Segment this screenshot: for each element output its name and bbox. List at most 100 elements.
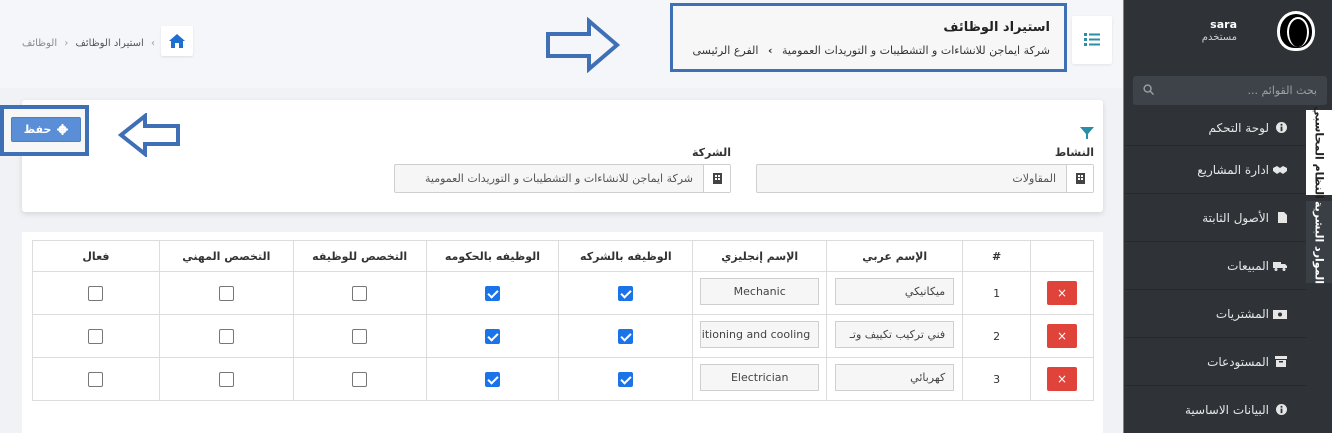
active-cell: [32, 357, 160, 401]
annotation-arrow-left: [118, 113, 180, 157]
sidebar-item-label: البيانات الاساسية: [1185, 402, 1269, 417]
save-button[interactable]: حفظ: [11, 117, 81, 142]
gear-icon: [57, 124, 69, 135]
tab-accounting-system[interactable]: النظام المحاسبي: [1306, 106, 1332, 199]
breadcrumb-separator: ‹: [150, 38, 155, 49]
arabic-name-cell: فني تركيب تكييف وتـ: [826, 314, 964, 358]
header-job-spec: التخصص للوظيفه: [292, 240, 427, 272]
arabic-name-input[interactable]: ميكانيكي: [835, 278, 955, 305]
active-checkbox[interactable]: [88, 328, 104, 344]
annotation-arrow-right: [546, 17, 621, 73]
sidebar-item-label: لوحة التحكم: [1208, 120, 1270, 135]
breadcrumb: استيراد الوظائف ‹ الوظائف ‹: [22, 38, 159, 49]
company_job-cell: [558, 314, 694, 358]
avatar[interactable]: [1277, 11, 1315, 51]
sidebar-item-1[interactable]: ادارة المشاريع: [1124, 146, 1307, 194]
user-name: sara: [1210, 18, 1237, 31]
page-title: استيراد الوظائف: [943, 20, 1050, 35]
english-name-input[interactable]: Electrician: [700, 364, 820, 391]
job_spec-checkbox[interactable]: [352, 328, 368, 344]
user-panel: sara مستخدم: [1124, 0, 1332, 70]
user-role: مستخدم: [1201, 32, 1237, 43]
sidebar-search-input[interactable]: [1133, 76, 1327, 105]
info-circle-icon: [1275, 122, 1287, 133]
gov_job-cell: [425, 314, 560, 358]
sidebar-item-label: المشتريات: [1215, 306, 1269, 321]
sidebar-item-4[interactable]: المشتريات: [1124, 290, 1307, 338]
company-field[interactable]: شركة ايماجن للانشاءات و التشطيبات و التو…: [394, 164, 731, 193]
gov_job-cell: [425, 271, 560, 315]
activity-field[interactable]: المقاولات: [756, 164, 1094, 193]
list-icon: [1084, 33, 1100, 46]
company_job-cell: [558, 357, 694, 401]
english-name-cell: litioning and cooling: [692, 314, 828, 358]
subtitle-branch: الفرع الرئيسى: [692, 44, 759, 57]
tab-human-resources[interactable]: الموارد البشرية: [1306, 200, 1332, 284]
actions-cell: ×: [1030, 271, 1094, 315]
sidebar-search: [1133, 76, 1327, 105]
filter-icon[interactable]: [1080, 127, 1094, 139]
active-checkbox[interactable]: [88, 285, 104, 301]
prof_spec-checkbox[interactable]: [218, 285, 234, 301]
jobs-table-card: # الإسم عربي الإسم إنجليزي الوظيفه بالشر…: [22, 232, 1103, 433]
breadcrumb-separator: ‹: [64, 38, 69, 49]
prof_spec-cell: [158, 271, 294, 315]
prof_spec-checkbox[interactable]: [218, 328, 234, 344]
company-value: شركة ايماجن للانشاءات و التشطيبات و التو…: [425, 172, 693, 185]
sidebar-item-2[interactable]: الأصول الثابتة: [1124, 194, 1307, 242]
sidebar-item-3[interactable]: المبيعات: [1124, 242, 1307, 290]
breadcrumb-current: استيراد الوظائف: [75, 38, 144, 49]
english-name-cell: Mechanic: [692, 271, 828, 315]
save-highlight-frame: حفظ: [0, 105, 89, 156]
sidebar-item-5[interactable]: المستودعات: [1124, 338, 1307, 386]
english-name-cell: Electrician: [692, 357, 828, 401]
delete-row-button[interactable]: ×: [1047, 324, 1078, 348]
arabic-name-cell: كهربائي: [826, 357, 964, 401]
active-cell: [32, 271, 160, 315]
sidebar-vertical-tabs: النظام المحاسبي الموارد البشرية: [1306, 106, 1332, 284]
sidebar-item-0[interactable]: لوحة التحكم: [1124, 110, 1307, 146]
search-icon: [1143, 84, 1154, 95]
delete-row-button[interactable]: ×: [1047, 281, 1078, 305]
breadcrumb-jobs-link[interactable]: الوظائف: [22, 38, 57, 49]
sidebar-item-label: ادارة المشاريع: [1197, 162, 1269, 177]
gov_job-checkbox[interactable]: [484, 328, 500, 344]
building-icon: [1066, 165, 1093, 192]
english-name-input[interactable]: litioning and cooling: [700, 321, 820, 348]
actions-cell: ×: [1030, 314, 1094, 358]
company_job-checkbox[interactable]: [618, 328, 634, 344]
header-active: فعال: [32, 240, 160, 272]
chevron-left-icon: ›: [767, 44, 773, 57]
table-row: × 1 ميكانيكي Mechanic: [32, 271, 1094, 315]
truck-icon: [1273, 260, 1287, 271]
arabic-name-input[interactable]: كهربائي: [835, 364, 955, 391]
gov_job-checkbox[interactable]: [484, 285, 500, 301]
prof_spec-checkbox[interactable]: [218, 371, 234, 387]
company_job-checkbox[interactable]: [618, 371, 634, 387]
job_spec-checkbox[interactable]: [352, 285, 368, 301]
tab-accounting-label: النظام المحاسبي: [1312, 106, 1326, 199]
arabic-name-input[interactable]: فني تركيب تكييف وتـ: [835, 321, 955, 348]
company-label: الشركة: [691, 146, 731, 159]
header-company-job: الوظيفه بالشركه: [558, 240, 694, 272]
sidebar-item-6[interactable]: البيانات الاساسية: [1124, 386, 1307, 433]
active-checkbox[interactable]: [88, 371, 104, 387]
page-title-box: استيراد الوظائف شركة ايماجن للانشاءات و …: [670, 3, 1067, 72]
table-row: × 3 كهربائي Electrician: [32, 357, 1094, 401]
english-name-input[interactable]: Mechanic: [700, 278, 820, 305]
tab-hr-label: الموارد البشرية: [1312, 200, 1326, 284]
header-prof-spec: التخصص المهني: [158, 240, 294, 272]
arabic-name-cell: ميكانيكي: [826, 271, 964, 315]
gov_job-checkbox[interactable]: [484, 371, 500, 387]
job_spec-cell: [292, 271, 427, 315]
page-subtitle: شركة ايماجن للانشاءات و التشطيبات و التو…: [693, 44, 1051, 57]
header-english-name: الإسم إنجليزي: [692, 240, 828, 272]
company_job-checkbox[interactable]: [618, 285, 634, 301]
job_spec-checkbox[interactable]: [352, 371, 368, 387]
actions-cell: ×: [1030, 357, 1094, 401]
delete-row-button[interactable]: ×: [1047, 367, 1078, 391]
home-button[interactable]: [161, 26, 193, 56]
row-number: 1: [962, 271, 1032, 315]
menu-toggle-button[interactable]: [1072, 16, 1112, 64]
header-arabic-name: الإسم عربي: [826, 240, 964, 272]
